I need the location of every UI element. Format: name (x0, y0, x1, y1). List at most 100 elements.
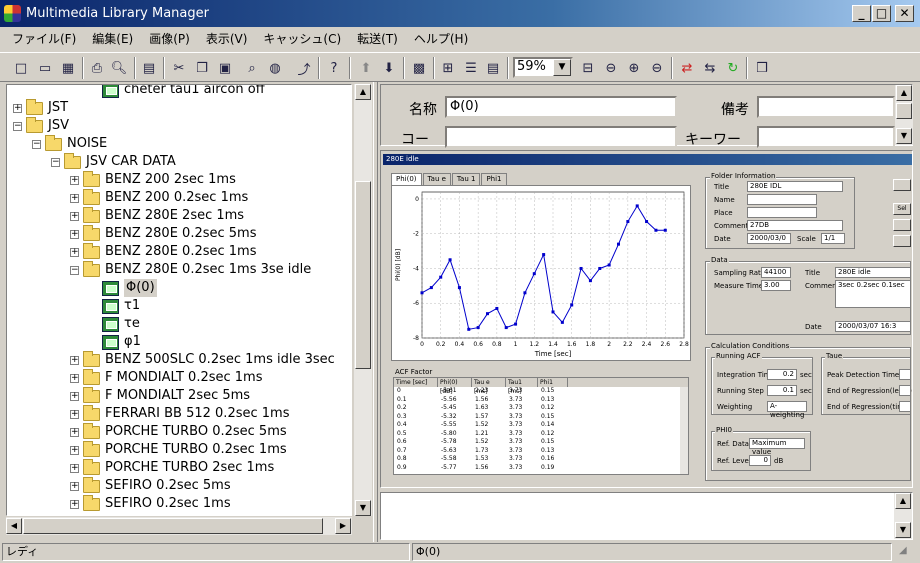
scroll-thumb[interactable] (896, 103, 912, 119)
tree-item[interactable]: − JSV (13, 116, 69, 135)
list-view-icon[interactable]: ☰ (460, 57, 482, 79)
tree-item[interactable]: + PORCHE TURBO 0.2sec 1ms (70, 440, 287, 459)
tree-item[interactable]: τe (89, 315, 140, 333)
scroll-down-icon[interactable]: ▼ (896, 128, 912, 144)
arrow-down-icon[interactable]: ⬇ (378, 57, 400, 79)
chevron-down-icon[interactable]: ▼ (553, 59, 571, 76)
paste-icon[interactable]: ▣ (214, 57, 236, 79)
menu-item-1[interactable]: 編集(E) (84, 30, 141, 47)
menu-item-0[interactable]: ファイル(F) (4, 30, 84, 47)
scroll-up-icon[interactable]: ▲ (355, 84, 371, 100)
globe-icon[interactable]: ◍ (264, 57, 286, 79)
refresh-icon[interactable]: ↻ (722, 57, 744, 79)
expand-icon[interactable]: + (70, 445, 79, 455)
tree-item[interactable]: + F MONDIALT 0.2sec 1ms (70, 368, 262, 387)
tree-item[interactable]: + F MONDIALT 2sec 5ms (70, 386, 250, 405)
menu-item-5[interactable]: 転送(T) (349, 30, 406, 47)
tree-item[interactable]: + PORCHE TURBO 0.2sec 5ms (70, 422, 287, 441)
tree-item[interactable]: + BENZ 200 0.2sec 1ms (70, 188, 248, 207)
properties-icon[interactable]: ▤ (138, 57, 160, 79)
expand-icon[interactable]: + (70, 463, 79, 473)
print-preview-icon[interactable]: 🔍︎ (108, 57, 130, 79)
tree-item[interactable]: − BENZ 280E 0.2sec 1ms 3se idle (70, 260, 311, 279)
minimize-button[interactable]: _ (852, 5, 871, 22)
details-view-icon[interactable]: ▤ (482, 57, 504, 79)
scroll-thumb[interactable] (355, 181, 371, 369)
expand-icon[interactable]: + (70, 193, 79, 203)
window-icon[interactable]: ❒ (751, 57, 773, 79)
menu-item-6[interactable]: ヘルプ(H) (406, 30, 476, 47)
expand-icon[interactable]: + (70, 409, 79, 419)
menu-item-4[interactable]: キャッシュ(C) (255, 30, 349, 47)
memo-scrollbar[interactable]: ▲ ▼ (894, 493, 912, 539)
tree-item[interactable]: + SEFIRO 0.2sec 5ms (70, 476, 231, 495)
expand-icon[interactable]: + (70, 175, 79, 185)
tree-item[interactable]: Φ(0) (89, 279, 157, 297)
zoom-out-icon[interactable]: ⊖ (646, 57, 668, 79)
name-field[interactable]: Φ(0) (445, 96, 677, 118)
tree-item[interactable]: + SEFIRO 0.2sec 1ms (70, 494, 231, 513)
copy-icon[interactable]: ❐ (191, 57, 213, 79)
tree-item[interactable]: − NOISE (32, 134, 107, 153)
tree-item[interactable]: + FERRARI BB 512 0.2sec 1ms (70, 404, 289, 423)
expand-icon[interactable]: + (70, 391, 79, 401)
fit-page-icon[interactable]: ⊟ (577, 57, 599, 79)
expand-icon[interactable]: + (70, 427, 79, 437)
tree-item[interactable]: + BENZ 280E 0.2sec 5ms (70, 224, 257, 243)
tree-item[interactable]: + JST (13, 98, 68, 117)
expand-icon[interactable]: + (70, 247, 79, 257)
tree-item[interactable]: cheter tau1 aircon off (89, 85, 265, 99)
scroll-up-icon[interactable]: ▲ (895, 493, 911, 509)
maximize-button[interactable]: □ (872, 5, 891, 22)
tree-item[interactable]: + PORCHE TURBO 2sec 1ms (70, 458, 274, 477)
properties-scrollbar[interactable]: ▲ ▼ (895, 85, 913, 145)
arrow-up-icon[interactable]: ⬆ (355, 57, 377, 79)
zoom-in-icon[interactable]: ⊕ (623, 57, 645, 79)
image-icon[interactable]: ▦ (57, 57, 79, 79)
scroll-down-icon[interactable]: ▼ (355, 500, 371, 516)
acf-scrollbar[interactable] (680, 387, 688, 474)
scroll-up-icon[interactable]: ▲ (896, 85, 912, 101)
code-field[interactable] (445, 126, 677, 148)
expand-icon[interactable]: + (70, 229, 79, 239)
tree-item[interactable]: + BENZ 200 2sec 1ms (70, 170, 236, 189)
tree-item[interactable]: + BENZ 500SLC 0.2sec 1ms idle 3sec (70, 350, 335, 369)
folder-tree[interactable]: cheter tau1 aircon off + JST − JSV − NOISE − JSV… (6, 84, 352, 516)
scroll-right-icon[interactable]: ▶ (335, 518, 351, 534)
tree-item[interactable]: φ1 (89, 333, 141, 351)
close-button[interactable]: ✕ (895, 5, 914, 22)
expand-icon[interactable]: + (70, 355, 79, 365)
thumbnail-icon[interactable]: ▩ (408, 57, 430, 79)
pane-splitter[interactable] (373, 82, 378, 542)
tree-horizontal-scrollbar[interactable]: ◀ ▶ (6, 517, 352, 535)
menu-item-2[interactable]: 画像(P) (141, 30, 198, 47)
tree-vertical-scrollbar[interactable]: ▲ ▼ (354, 84, 372, 516)
expand-icon[interactable]: + (70, 481, 79, 491)
collapse-icon[interactable]: − (51, 157, 60, 167)
scroll-thumb[interactable] (23, 518, 323, 534)
expand-icon[interactable]: + (70, 373, 79, 383)
cut-icon[interactable]: ✂ (168, 57, 190, 79)
menu-item-3[interactable]: 表示(V) (198, 30, 256, 47)
expand-icon[interactable]: + (70, 211, 79, 221)
sync-icon[interactable]: ⇆ (699, 57, 721, 79)
tree-item[interactable]: + BENZ 280E 0.2sec 1ms (70, 242, 257, 261)
up-folder-icon[interactable]: ⤴ (293, 57, 315, 79)
expand-icon[interactable]: + (70, 499, 79, 509)
open-folder-icon[interactable]: ▭ (34, 57, 56, 79)
tree-item[interactable]: − JSV CAR DATA (51, 152, 176, 171)
scroll-down-icon[interactable]: ▼ (895, 522, 911, 538)
tree-item[interactable]: τ1 (89, 297, 140, 315)
print-icon[interactable]: ⎙ (86, 57, 108, 79)
note-field[interactable] (757, 96, 895, 118)
keyword-field[interactable] (757, 126, 895, 148)
scroll-left-icon[interactable]: ◀ (6, 518, 22, 534)
fit-width-icon[interactable]: ⊖ (600, 57, 622, 79)
resize-grip-icon[interactable]: ◢ (896, 543, 918, 561)
memo-area[interactable]: ▲ ▼ (380, 492, 913, 540)
transfer-icon[interactable]: ⇄ (676, 57, 698, 79)
tree-item[interactable]: + BENZ 280E 2sec 1ms (70, 206, 244, 225)
find-icon[interactable]: ⌕ (241, 57, 263, 79)
collapse-icon[interactable]: − (32, 139, 41, 149)
expand-icon[interactable]: + (13, 103, 22, 113)
